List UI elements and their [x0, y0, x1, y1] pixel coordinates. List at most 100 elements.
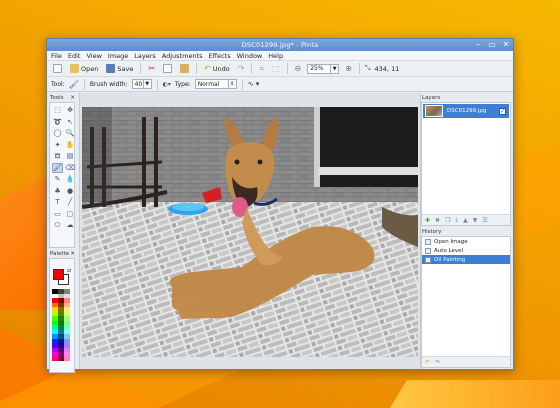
- copy-button[interactable]: [161, 63, 174, 75]
- brush-type-combo[interactable]: Normal ⇕: [194, 79, 237, 89]
- layer-item[interactable]: DSC01299.jpg ✓: [423, 104, 509, 118]
- layer-visibility-checkbox[interactable]: ✓: [499, 107, 506, 115]
- open-button[interactable]: Open: [68, 63, 100, 75]
- scissors-icon: ✂: [148, 64, 156, 73]
- chevron-down-icon[interactable]: ⇕: [228, 79, 237, 89]
- layer-name: DSC01299.jpg: [447, 108, 487, 114]
- history-pad-title: History: [422, 229, 442, 235]
- minimize-button[interactable]: –: [474, 40, 482, 50]
- menu-help[interactable]: Help: [268, 52, 283, 60]
- brush-type-field[interactable]: Normal: [194, 79, 229, 89]
- zoom-field[interactable]: 25%: [307, 63, 332, 74]
- palette-grid[interactable]: [52, 289, 70, 361]
- canvas-image[interactable]: [82, 107, 418, 357]
- undo-label: Undo: [212, 64, 230, 73]
- new-button[interactable]: [51, 63, 64, 75]
- undo-button[interactable]: ↶ Undo: [202, 63, 232, 75]
- lasso-select-icon[interactable]: ➰: [52, 117, 63, 127]
- ellipse-select-icon[interactable]: ◯: [52, 128, 63, 138]
- zoom-out-icon: ⊖: [294, 64, 302, 73]
- move-layer-up-icon[interactable]: ▲: [463, 217, 468, 224]
- save-button[interactable]: Save: [104, 63, 135, 75]
- recolor-icon[interactable]: ●: [65, 186, 76, 196]
- rounded-rectangle-icon[interactable]: ▢: [65, 209, 76, 219]
- menu-effects[interactable]: Effects: [209, 52, 231, 60]
- paint-bucket-icon[interactable]: ⛾: [52, 151, 63, 161]
- history-item[interactable]: Auto Level: [422, 246, 510, 255]
- rectangle-icon[interactable]: ▭: [52, 209, 63, 219]
- menu-layers[interactable]: Layers: [134, 52, 156, 60]
- pan-icon[interactable]: ✋: [65, 140, 76, 150]
- cut-button[interactable]: ✂: [146, 63, 157, 75]
- crop-button[interactable]: ⌗: [257, 63, 266, 75]
- swap-colors-icon[interactable]: ⇄: [67, 268, 71, 274]
- title-bar[interactable]: DSC01299.jpg* - Pinta – ▭ ✕: [47, 39, 513, 51]
- clone-stamp-icon[interactable]: ♣: [52, 186, 63, 196]
- merge-layer-down-icon[interactable]: ⤓: [455, 216, 458, 224]
- text-icon[interactable]: T: [52, 197, 63, 207]
- history-undo-icon[interactable]: ↶: [425, 359, 430, 366]
- zoom-in-button[interactable]: ⊕: [343, 63, 354, 75]
- history-item[interactable]: Open Image: [422, 237, 510, 246]
- cursor-position: 434, 11: [374, 64, 400, 73]
- move-layer-down-icon[interactable]: ▼: [473, 217, 478, 224]
- deselect-button[interactable]: ⬚: [270, 63, 282, 75]
- history-redo-icon[interactable]: ↷: [435, 359, 440, 366]
- antialias-icon: ◐▾: [162, 80, 171, 88]
- toolbar-separator: [83, 78, 85, 90]
- close-icon[interactable]: ✕: [70, 95, 75, 102]
- paintbrush-icon: 🖌: [68, 79, 79, 89]
- paste-icon: [180, 64, 190, 73]
- zoom-combo[interactable]: 25% ▼: [307, 63, 340, 74]
- rectangle-select-icon[interactable]: ⬚: [52, 105, 63, 115]
- cursor-position-icon: ⤡: [364, 64, 371, 72]
- menu-adjustments[interactable]: Adjustments: [162, 52, 203, 60]
- menu-file[interactable]: File: [51, 52, 62, 60]
- paste-button[interactable]: [178, 63, 191, 75]
- brush-width-combo[interactable]: 40 ▼: [131, 79, 152, 89]
- canvas-area[interactable]: [79, 93, 421, 369]
- menu-image[interactable]: Image: [108, 52, 128, 60]
- toolbar-separator: [140, 63, 142, 74]
- redo-icon: ↷: [237, 64, 245, 73]
- stroke-style-icon[interactable]: ∿ ▾: [248, 80, 260, 88]
- color-picker-icon[interactable]: 💧: [65, 174, 76, 184]
- menu-view[interactable]: View: [86, 52, 101, 60]
- magic-wand-icon[interactable]: ✦: [52, 140, 63, 150]
- move-selected-icon[interactable]: ✥: [65, 105, 76, 115]
- eraser-icon[interactable]: ⌫: [65, 163, 76, 173]
- duplicate-layer-icon[interactable]: ❐: [445, 217, 450, 224]
- layers-pad-title: Layers: [422, 95, 441, 101]
- layer-properties-icon[interactable]: ☰: [482, 217, 487, 224]
- deselect-icon: ⬚: [271, 64, 280, 73]
- history-pad-toolbar: ↶ ↷: [422, 356, 510, 367]
- primary-color-swatch[interactable]: [53, 269, 64, 280]
- desktop-decoration: [390, 380, 560, 408]
- chevron-down-icon[interactable]: ▼: [143, 79, 152, 89]
- zoom-icon[interactable]: 🔍: [65, 128, 76, 138]
- main-toolbar: Open Save ✂ ↶ Undo ↷ ⌗ ⬚ ⊖ 25% ▼ ⊕ ⤡ 434,…: [47, 61, 513, 77]
- maximize-button[interactable]: ▭: [488, 40, 496, 50]
- line-curve-icon[interactable]: ╱: [65, 197, 76, 207]
- pencil-icon[interactable]: ✎: [52, 174, 63, 184]
- palette-swatch[interactable]: [64, 356, 70, 361]
- add-layer-icon[interactable]: ✚: [425, 217, 430, 224]
- close-icon[interactable]: ✕: [70, 251, 75, 258]
- palette-pad: ⇄: [49, 258, 75, 373]
- brush-width-field[interactable]: 40: [131, 79, 144, 89]
- freeform-shape-icon[interactable]: ☁: [65, 220, 76, 230]
- move-selection-icon[interactable]: ↖: [65, 117, 76, 127]
- zoom-out-button[interactable]: ⊖: [293, 63, 304, 75]
- menu-edit[interactable]: Edit: [68, 52, 81, 60]
- gradient-icon[interactable]: ▤: [65, 151, 76, 161]
- palette-pad-header: Palette ✕: [49, 251, 75, 258]
- delete-layer-icon[interactable]: ✖: [435, 217, 440, 224]
- chevron-down-icon[interactable]: ▼: [331, 63, 340, 74]
- close-button[interactable]: ✕: [502, 40, 510, 50]
- ellipse-icon[interactable]: ⬭: [52, 220, 63, 230]
- menu-window[interactable]: Window: [237, 52, 263, 60]
- paintbrush-tool-icon[interactable]: 🖌: [52, 162, 63, 173]
- history-item-selected[interactable]: Oil Painting: [422, 255, 510, 264]
- redo-button[interactable]: ↷: [236, 63, 247, 75]
- history-pad-header: History: [421, 229, 511, 236]
